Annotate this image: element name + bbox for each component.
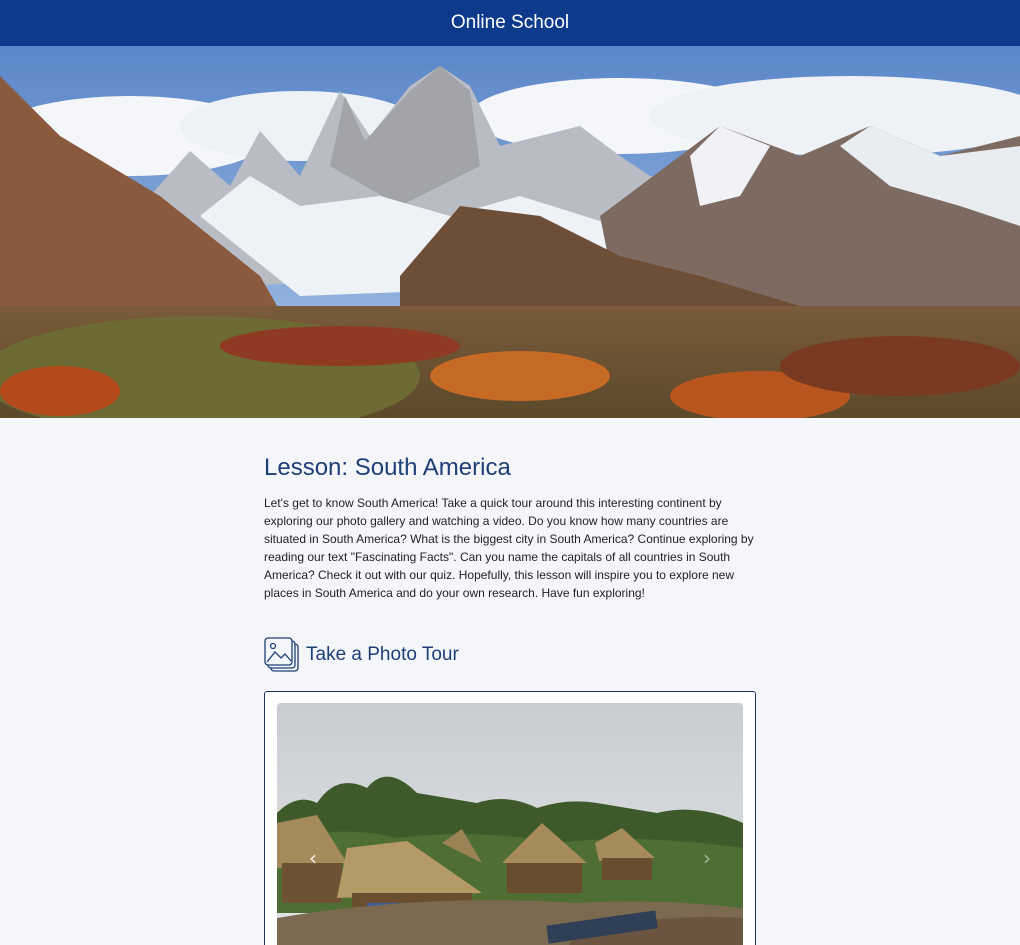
carousel-slide: ‹ ›	[277, 703, 743, 945]
hero-image	[0, 46, 1020, 418]
lesson-intro: Let's get to know South America! Take a …	[264, 496, 754, 600]
carousel-next-button[interactable]: ›	[695, 843, 719, 873]
chevron-left-icon: ‹	[309, 846, 317, 870]
chevron-right-icon: ›	[703, 846, 711, 870]
lesson-title: Lesson: South America	[264, 454, 511, 481]
carousel-prev-button[interactable]: ‹	[301, 843, 325, 873]
photo-tour-title: Take a Photo Tour	[306, 644, 459, 665]
top-navbar: Online School	[0, 0, 1020, 46]
photo-carousel: ‹ ›	[264, 691, 756, 945]
photo-gallery-icon	[264, 637, 300, 673]
brand-title[interactable]: Online School	[451, 12, 569, 34]
photo-tour-header: Take a Photo Tour	[264, 637, 756, 673]
lesson-content: Lesson: South America Let's get to know …	[264, 418, 756, 945]
